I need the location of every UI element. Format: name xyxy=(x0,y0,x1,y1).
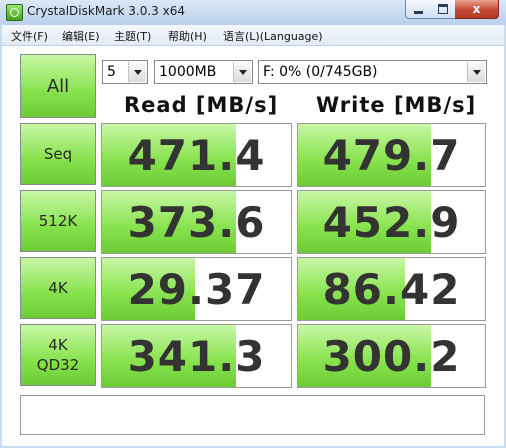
4k-read-result: 29.37 xyxy=(101,257,292,321)
app-icon xyxy=(6,4,23,21)
test-size-value: 1000MB xyxy=(159,64,217,80)
maximize-icon xyxy=(437,4,448,14)
menu-help[interactable]: 帮助(H) xyxy=(168,28,207,44)
4k-write-result: 86.42 xyxy=(297,257,486,321)
row-label: Seq xyxy=(43,145,73,163)
drive-select[interactable]: F: 0% (0/745GB) xyxy=(258,60,487,84)
menu-bar: 文件(F) 编辑(E) 主题(T) 帮助(H) 语言(L)(Language) xyxy=(2,25,504,46)
close-button[interactable]: x xyxy=(455,0,499,19)
result-value: 373.6 xyxy=(127,197,266,247)
window-title: CrystalDiskMark 3.0.3 x64 xyxy=(27,4,185,18)
write-column-header: Write [MB/s] xyxy=(316,93,477,117)
read-column-header: Read [MB/s] xyxy=(124,93,279,117)
4k-qd32-test-button[interactable]: 4K QD32 xyxy=(20,324,96,386)
512k-read-result: 373.6 xyxy=(101,190,292,254)
maximize-button[interactable] xyxy=(430,0,456,19)
row-label: 4K xyxy=(48,279,68,297)
seq-test-button[interactable]: Seq xyxy=(20,123,96,185)
result-value: 86.42 xyxy=(322,264,461,314)
close-icon: x xyxy=(472,2,481,16)
seq-read-result: 471.4 xyxy=(101,123,292,187)
menu-theme[interactable]: 主题(T) xyxy=(114,28,151,44)
row-sublabel: QD32 xyxy=(36,356,80,374)
menu-language[interactable]: 语言(L)(Language) xyxy=(223,28,323,44)
result-value: 452.9 xyxy=(322,197,461,247)
minimize-button[interactable] xyxy=(405,0,432,19)
menu-edit[interactable]: 编辑(E) xyxy=(62,28,100,44)
4k-test-button[interactable]: 4K xyxy=(20,257,96,319)
menu-file[interactable]: 文件(F) xyxy=(11,28,48,44)
result-value: 300.2 xyxy=(322,331,461,381)
512k-test-button[interactable]: 512K xyxy=(20,190,96,252)
comment-input[interactable] xyxy=(20,395,485,435)
drive-value: F: 0% (0/745GB) xyxy=(263,64,378,80)
chevron-down-icon[interactable] xyxy=(467,62,485,82)
row-label: 512K xyxy=(38,212,78,230)
title-bar[interactable]: CrystalDiskMark 3.0.3 x64 x xyxy=(0,0,506,25)
512k-write-result: 452.9 xyxy=(297,190,486,254)
test-count-select[interactable]: 5 xyxy=(102,60,148,84)
4k-qd32-read-result: 341.3 xyxy=(101,324,292,388)
seq-write-result: 479.7 xyxy=(297,123,486,187)
result-value: 471.4 xyxy=(127,130,266,180)
result-value: 479.7 xyxy=(322,130,461,180)
result-value: 29.37 xyxy=(127,264,266,314)
row-label: 4K xyxy=(48,336,68,354)
4k-qd32-write-result: 300.2 xyxy=(297,324,486,388)
test-size-select[interactable]: 1000MB xyxy=(154,60,253,84)
chevron-down-icon[interactable] xyxy=(128,62,146,82)
chevron-down-icon[interactable] xyxy=(233,62,251,82)
all-button[interactable]: All xyxy=(20,54,96,118)
result-value: 341.3 xyxy=(127,331,266,381)
minimize-icon xyxy=(414,10,423,14)
test-count-value: 5 xyxy=(107,64,116,80)
